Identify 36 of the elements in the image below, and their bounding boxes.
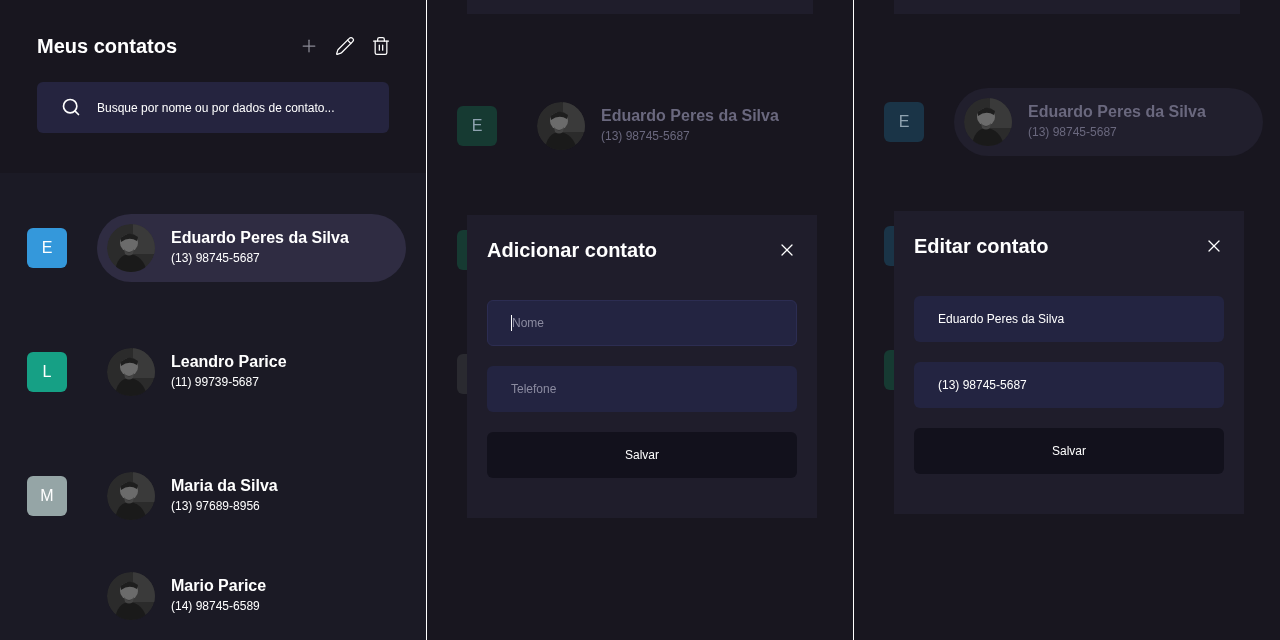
dialog-title: Adicionar contato (487, 238, 657, 263)
save-button[interactable]: Salvar (487, 432, 797, 478)
letter: E (898, 112, 910, 132)
contact-name: Eduardo Peres da Silva (601, 106, 779, 126)
text-cursor (511, 315, 512, 331)
contact-name: Eduardo Peres da Silva (1028, 102, 1206, 122)
pencil-icon (335, 36, 355, 56)
contact-phone: (11) 99739-5687 (171, 374, 260, 391)
contact-item[interactable]: Eduardo Peres da Silva (13) 98745-5687 (97, 214, 406, 282)
contact-name: Eduardo Peres da Silva (171, 228, 349, 248)
contact-name: Mario Parice (171, 576, 267, 596)
text-field[interactable]: Nome (487, 300, 797, 346)
contact-phone: (13) 98745-5687 (601, 128, 691, 145)
page-title: Meus contatos (37, 34, 178, 59)
contact-phone: (13) 98745-5687 (1028, 124, 1118, 141)
search-field[interactable]: Busque por nome ou por dados de contato... (37, 82, 389, 133)
dialog-title: Editar contato (914, 234, 1049, 259)
letter: L (42, 362, 52, 382)
contact-name: Maria da Silva (171, 476, 278, 496)
letter: E (471, 116, 483, 136)
text-field[interactable]: Eduardo Peres da Silva (914, 296, 1224, 342)
contact-phone: (13) 98745-5687 (171, 250, 261, 267)
text-field[interactable]: Telefone (487, 366, 797, 412)
contact-item[interactable]: Maria da Silva (13) 97689-8956 (97, 462, 406, 530)
contact-item[interactable]: Leandro Parice (11) 99739-5687 (97, 338, 406, 406)
save-button[interactable]: Salvar (914, 428, 1224, 474)
edit-button[interactable] (333, 34, 357, 58)
text-field[interactable]: (13) 98745-5687 (914, 362, 1224, 408)
contact-phone: (13) 97689-8956 (171, 498, 261, 515)
contact-item[interactable]: Mario Parice (14) 98745-6589 (97, 562, 406, 630)
contact-phone: (14) 98745-6589 (171, 598, 261, 615)
search-icon (61, 97, 81, 117)
letter: M (40, 486, 54, 506)
letter: E (41, 238, 53, 258)
contact-name: Leandro Parice (171, 352, 287, 372)
trash-icon (371, 36, 391, 56)
